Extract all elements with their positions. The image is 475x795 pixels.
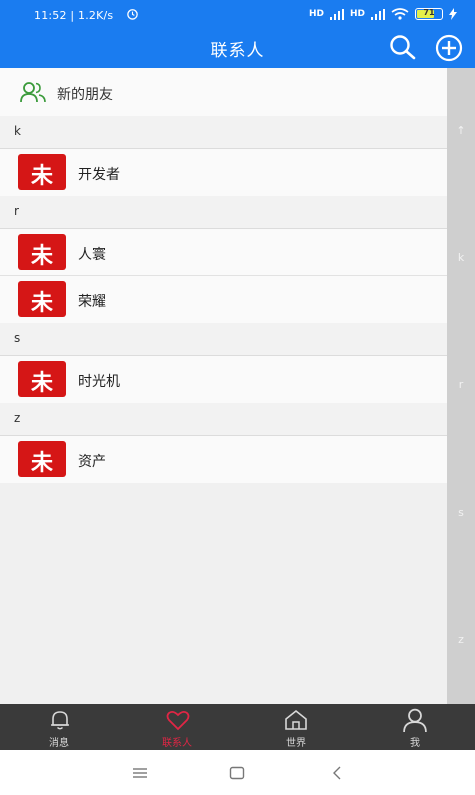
status-icons: HD HD 71 [309, 8, 457, 20]
avatar: 未 [18, 234, 66, 270]
tab-me[interactable]: 我 [356, 704, 474, 750]
index-letter-z[interactable]: z [447, 633, 475, 646]
tab-label: 联系人 [162, 738, 192, 749]
home-icon [285, 709, 307, 730]
bottom-tab-bar: 消息 联系人 世界 我 [0, 704, 475, 750]
contact-row[interactable]: 未 开发者 [0, 149, 447, 196]
avatar-glyph: 未 [30, 164, 53, 189]
battery-level: 71 [423, 8, 435, 17]
contact-name: 荣耀 [78, 294, 106, 310]
signal-bars-icon-2 [371, 8, 385, 20]
search-button[interactable] [388, 33, 418, 63]
contact-name: 时光机 [78, 374, 120, 390]
index-letter-k[interactable]: k [447, 251, 475, 264]
section-letter: r [14, 204, 19, 218]
contact-row[interactable]: 未 资产 [0, 436, 447, 483]
contact-name: 人寰 [78, 247, 106, 263]
user-icon [403, 708, 427, 732]
section-header-s: s [0, 323, 447, 356]
add-button[interactable] [434, 33, 464, 63]
app-header: 11:52 | 1.2K/s HD HD 71 联系人 [0, 0, 475, 68]
alphabet-index-bar[interactable]: ↑ k r s z [447, 68, 475, 704]
avatar: 未 [18, 361, 66, 397]
signal-bars-icon [329, 8, 344, 20]
search-icon [390, 35, 416, 60]
section-header-k: k [0, 116, 447, 149]
contact-row[interactable]: 未 荣耀 [0, 276, 447, 323]
avatar-glyph: 未 [30, 451, 53, 476]
avatar: 未 [18, 441, 66, 477]
signal-icon: HD [308, 9, 324, 19]
heart-icon [166, 710, 190, 731]
wifi-icon [391, 8, 409, 20]
index-letter-s[interactable]: s [447, 506, 475, 519]
avatar-glyph: 未 [30, 244, 53, 269]
tab-messages[interactable]: 消息 [0, 704, 118, 750]
section-letter: s [14, 331, 21, 345]
section-header-r: r [0, 196, 447, 229]
home-nav-button[interactable] [228, 764, 246, 782]
avatar: 未 [18, 281, 66, 317]
avatar-glyph: 未 [30, 371, 53, 396]
avatar: 未 [18, 154, 66, 190]
avatar-glyph: 未 [30, 291, 53, 316]
battery-icon: 71 [415, 8, 443, 20]
new-friends-item[interactable]: 新的朋友 [0, 68, 447, 116]
section-letter: k [14, 124, 21, 138]
status-bar: 11:52 | 1.2K/s HD HD 71 [0, 0, 475, 30]
bell-icon [51, 711, 69, 730]
users-icon [20, 82, 46, 103]
index-letter-r[interactable]: r [447, 378, 475, 391]
contact-name: 开发者 [78, 167, 120, 183]
status-time: 11:52 | 1.2K/s [34, 9, 114, 22]
contact-row[interactable]: 未 时光机 [0, 356, 447, 403]
contact-list: 新的朋友 k 未 开发者 r 未 人寰 未 荣耀 s 未 时光机 z 未 资产 [0, 68, 447, 483]
section-header-z: z [0, 403, 447, 436]
menu-nav-button[interactable] [131, 764, 149, 782]
tab-label: 消息 [49, 738, 69, 749]
back-chevron-icon [333, 766, 341, 780]
contact-name: 资产 [78, 454, 106, 470]
alarm-icon [126, 7, 139, 23]
contact-row[interactable]: 未 人寰 [0, 229, 447, 276]
tab-contacts[interactable]: 联系人 [118, 704, 236, 750]
square-icon [229, 766, 245, 780]
tab-label: 我 [410, 738, 420, 749]
new-friends-label: 新的朋友 [57, 87, 113, 103]
back-nav-button[interactable] [328, 764, 346, 782]
system-nav-bar [0, 750, 475, 795]
index-top[interactable]: ↑ [447, 124, 475, 137]
menu-icon [133, 768, 147, 778]
section-letter: z [14, 411, 21, 425]
charging-icon [449, 8, 457, 20]
tab-world[interactable]: 世界 [237, 704, 355, 750]
signal-icon-2: HD [349, 9, 365, 19]
plus-circle-icon [435, 34, 463, 62]
tab-label: 世界 [286, 738, 306, 749]
